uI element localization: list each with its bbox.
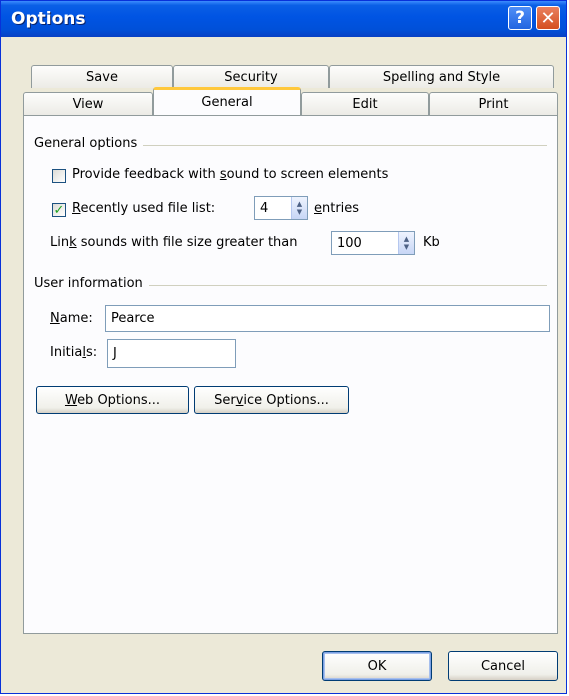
checkmark-icon: ✓: [53, 202, 65, 218]
feedback-sound-label[interactable]: Provide feedback with sound to screen el…: [72, 167, 388, 182]
tab-label: Save: [86, 69, 118, 85]
service-options-label: Service Options...: [214, 392, 329, 408]
kb-unit-label: Kb: [423, 235, 440, 250]
entries-label: entries: [314, 201, 360, 216]
name-label: Name:: [50, 311, 93, 326]
recent-files-checkbox[interactable]: ✓: [52, 203, 66, 217]
spin-down-icon: ▼: [296, 208, 303, 216]
window-title: Options: [11, 9, 86, 29]
close-icon: ✕: [540, 7, 556, 29]
user-information-label: User information: [34, 276, 149, 291]
general-options-label: General options: [34, 136, 144, 151]
web-options-label: Web Options...: [64, 392, 161, 408]
initials-input[interactable]: J: [107, 339, 236, 368]
name-input[interactable]: Pearce: [105, 305, 550, 332]
link-sound-size-spinner[interactable]: ▲ ▼: [398, 232, 414, 254]
tab-security[interactable]: Security: [173, 65, 329, 88]
initials-label: Initials:: [50, 345, 98, 360]
spin-down-icon: ▼: [403, 243, 410, 251]
help-button[interactable]: ?: [508, 6, 532, 30]
tab-save[interactable]: Save: [31, 65, 173, 88]
ok-button[interactable]: OK: [322, 651, 432, 681]
tab-label: Print: [478, 96, 509, 112]
tab-label: Edit: [352, 96, 378, 112]
help-icon: ?: [515, 8, 525, 28]
tab-view[interactable]: View: [23, 92, 153, 115]
tab-label: Security: [224, 69, 278, 85]
tab-label: Spelling and Style: [382, 69, 501, 85]
general-tab-panel: General options Provide feedback with so…: [23, 115, 558, 634]
link-sounds-label: Link sounds with file size greater than: [50, 235, 298, 250]
feedback-sound-checkbox[interactable]: [52, 169, 66, 183]
tab-label: View: [72, 96, 104, 112]
tab-print[interactable]: Print: [429, 92, 558, 115]
spin-up-icon: ▲: [296, 200, 303, 208]
title-bar[interactable]: Options ? ✕: [1, 1, 566, 37]
recent-files-label[interactable]: Recently used file list:: [72, 201, 215, 216]
spin-up-icon: ▲: [403, 235, 410, 243]
cancel-button[interactable]: Cancel: [448, 651, 558, 681]
recent-files-spinner[interactable]: ▲ ▼: [291, 197, 307, 219]
tab-spelling-and-style[interactable]: Spelling and Style: [329, 65, 554, 88]
tab-general[interactable]: General: [153, 87, 301, 115]
options-dialog: Options ? ✕ Save Security Spelling and S…: [0, 0, 567, 694]
tab-label: General: [201, 95, 253, 110]
close-button[interactable]: ✕: [536, 6, 560, 30]
web-options-button[interactable]: Web Options...: [36, 386, 189, 414]
service-options-button[interactable]: Service Options...: [194, 386, 349, 414]
tab-edit[interactable]: Edit: [301, 92, 429, 115]
